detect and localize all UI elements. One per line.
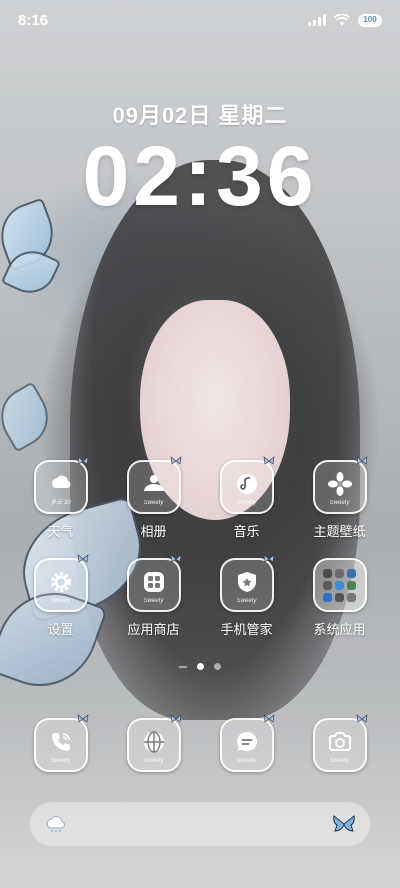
icon-signature: Sweety: [236, 758, 257, 764]
butterfly-icon: [77, 714, 88, 723]
app-gallery[interactable]: Sweety 相册: [107, 456, 200, 540]
dock-messages[interactable]: Sweety: [200, 714, 293, 772]
app-label: 系统应用: [313, 622, 366, 637]
butterfly-icon: [356, 456, 367, 465]
butterfly-icon[interactable]: [332, 814, 356, 834]
battery-icon: 100: [358, 13, 382, 27]
camera-icon: [328, 732, 351, 751]
clock-widget[interactable]: 02:36: [0, 128, 400, 225]
page-indicator-dash: [179, 665, 187, 668]
icon-signature: Sweety: [143, 500, 164, 506]
icon-signature: Sweety: [329, 500, 350, 506]
icon-signature: Sweety: [143, 598, 164, 604]
folder-grid: [323, 568, 356, 602]
weather-icon: [51, 475, 71, 488]
app-label: 天气: [47, 524, 74, 539]
butterfly-icon: [263, 554, 274, 563]
icon-signature: Sweety: [236, 500, 257, 506]
page-indicator[interactable]: [0, 663, 400, 670]
app-label: 音乐: [233, 524, 260, 539]
gallery-icon: [143, 475, 164, 491]
browser-icon: [143, 731, 164, 753]
status-bar: 8:16 100: [0, 0, 400, 40]
weather-cloud-icon[interactable]: [44, 814, 68, 834]
app-settings[interactable]: Sweety 设置: [14, 554, 107, 638]
butterfly-icon: [263, 714, 274, 723]
butterfly-icon: [263, 456, 274, 465]
butterfly-icon: [170, 554, 181, 563]
app-label: 设置: [47, 622, 74, 637]
messages-icon: [236, 731, 257, 751]
dock-phone[interactable]: Sweety: [14, 714, 107, 772]
butterfly-icon: [356, 714, 367, 723]
butterfly-icon: [77, 456, 88, 465]
app-app-store[interactable]: Sweety 应用商店: [107, 554, 200, 638]
system-apps-folder-icon: [312, 558, 367, 612]
icon-signature: Sweety: [50, 598, 71, 604]
weather-badge: 多云 30: [50, 500, 71, 506]
icon-signature: Sweety: [143, 758, 164, 764]
icon-signature: Sweety: [50, 758, 71, 764]
music-icon: [236, 474, 257, 494]
lockscreen-date: 09月02日 星期二: [112, 103, 288, 128]
icon-signature: Sweety: [236, 598, 257, 604]
page-dot: [214, 663, 221, 670]
theme-icon: [327, 472, 352, 496]
settings-icon: [50, 572, 71, 592]
icon-signature: Sweety: [329, 758, 350, 764]
dock-camera[interactable]: Sweety: [293, 714, 386, 772]
app-label: 主题壁纸: [313, 524, 366, 539]
butterfly-icon: [77, 554, 88, 563]
app-grid: 多云 30 天气 Sweety 相册 Sweety 音乐 Sweety 主题壁纸: [14, 456, 386, 638]
search-bar[interactable]: [30, 802, 370, 846]
status-icons: 100: [308, 13, 382, 27]
butterfly-icon: [170, 714, 181, 723]
app-theme[interactable]: Sweety 主题壁纸: [293, 456, 386, 540]
dock: Sweety Sweety Sweety Sweety: [14, 714, 386, 772]
app-label: 手机管家: [220, 622, 273, 637]
page-dot-active: [197, 663, 204, 670]
status-time: 8:16: [18, 11, 49, 29]
wifi-icon: [334, 14, 350, 26]
battery-level: 100: [363, 14, 377, 24]
app-label: 应用商店: [127, 622, 180, 637]
app-phone-manager[interactable]: Sweety 手机管家: [200, 554, 293, 638]
dock-browser[interactable]: Sweety: [107, 714, 200, 772]
signal-icon: [308, 14, 326, 26]
app-music[interactable]: Sweety 音乐: [200, 456, 293, 540]
app-label: 相册: [140, 524, 167, 539]
phone-manager-icon: [237, 572, 256, 592]
butterfly-icon: [170, 456, 181, 465]
phone-icon: [51, 733, 70, 751]
folder-system-apps[interactable]: 系统应用: [293, 558, 386, 638]
app-weather[interactable]: 多云 30 天气: [14, 456, 107, 540]
app-store-icon: [143, 572, 164, 592]
